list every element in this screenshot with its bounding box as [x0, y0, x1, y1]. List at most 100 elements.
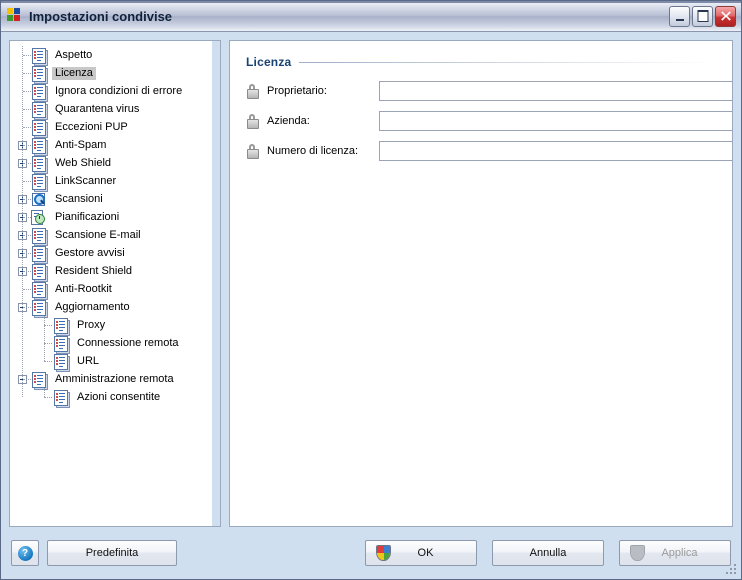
tree-guide-line	[23, 271, 31, 272]
ok-button[interactable]: OK	[365, 540, 477, 566]
tree-item-url[interactable]: URL	[10, 352, 212, 370]
tree-item-aggiornamento[interactable]: Aggiornamento	[10, 298, 212, 316]
tree-item-gestore-avvisi[interactable]: Gestore avvisi	[10, 244, 212, 262]
default-button[interactable]: Predefinita	[47, 540, 177, 566]
window-content: Aspetto Licenza Ignora condizioni di error…	[1, 32, 741, 527]
padlock-icon	[246, 144, 262, 159]
field-input[interactable]	[379, 81, 732, 101]
tree-guide-line	[23, 217, 31, 218]
tree-scrollbar[interactable]	[212, 41, 220, 526]
tree-guide-line	[23, 145, 31, 146]
tree-item-licenza[interactable]: Licenza	[10, 64, 212, 82]
section-divider	[299, 61, 716, 63]
tree-item-label: Resident Shield	[55, 264, 133, 277]
tree-guide-line	[44, 343, 52, 344]
field-label: Numero di licenza:	[267, 145, 359, 157]
tree-item-eccezioni-pup[interactable]: Eccezioni PUP	[10, 118, 212, 136]
tree-item-label: Azioni consentite	[77, 390, 161, 403]
document-icon	[31, 155, 47, 172]
section-title: Licenza	[246, 55, 292, 69]
tree-item-scansioni[interactable]: Scansioni	[10, 190, 212, 208]
maximize-button[interactable]	[692, 5, 713, 27]
tree-guide-line	[23, 163, 31, 164]
tree-item-label: Aggiornamento	[55, 300, 130, 313]
document-icon	[53, 317, 69, 334]
tree-guide-line	[23, 73, 31, 74]
tree-item-web-shield[interactable]: Web Shield	[10, 154, 212, 172]
close-icon	[720, 11, 731, 21]
detail-panel: Licenza Proprietario: Azienda: Numero di l…	[229, 40, 733, 527]
document-icon	[53, 335, 69, 352]
settings-tree[interactable]: Aspetto Licenza Ignora condizioni di error…	[10, 41, 212, 526]
shield-icon-disabled	[630, 545, 645, 561]
field-input[interactable]	[379, 141, 732, 161]
avg-squares-icon	[7, 8, 23, 24]
tree-item-pianificazioni[interactable]: Pianificazioni	[10, 208, 212, 226]
document-icon	[53, 389, 69, 406]
tree-guide-line	[44, 325, 52, 326]
tree-item-label: Licenza	[52, 66, 96, 80]
ok-button-label: OK	[417, 547, 434, 559]
tree-item-label: Anti-Spam	[55, 138, 107, 151]
tree-item-label: Connessione remota	[77, 336, 179, 349]
cancel-button[interactable]: Annulla	[492, 540, 604, 566]
tree-item-scansione-e-mail[interactable]: Scansione E-mail	[10, 226, 212, 244]
document-icon	[53, 353, 69, 370]
tree-item-aspetto[interactable]: Aspetto	[10, 46, 212, 64]
tree-item-anti-rootkit[interactable]: Anti-Rootkit	[10, 280, 212, 298]
minimize-button[interactable]	[669, 5, 690, 27]
tree-item-quarantena-virus[interactable]: Quarantena virus	[10, 100, 212, 118]
dialog-actions: OK Annulla Applica	[365, 540, 731, 566]
document-icon	[31, 65, 47, 82]
tree-guide-line	[44, 388, 45, 397]
tree-guide-line	[44, 397, 52, 398]
tree-guide-line	[23, 181, 31, 182]
help-button[interactable]: ?	[11, 540, 39, 566]
tree-item-proxy[interactable]: Proxy	[10, 316, 212, 334]
document-icon	[31, 263, 47, 280]
footer-bar: ? Predefinita OK Annulla Applica	[1, 527, 741, 579]
tree-guide-line	[23, 235, 31, 236]
window-controls	[669, 5, 736, 27]
tree-guide-line	[44, 316, 45, 361]
tree-item-anti-spam[interactable]: Anti-Spam	[10, 136, 212, 154]
tree-item-label: Gestore avvisi	[55, 246, 125, 259]
tree-item-label: Ignora condizioni di errore	[55, 84, 183, 97]
padlock-icon	[246, 114, 262, 129]
title-bar: Impostazioni condivise	[1, 1, 741, 32]
tree-guide-line	[23, 109, 31, 110]
tree-guide-line	[23, 307, 31, 308]
tree-item-connessione-remota[interactable]: Connessione remota	[10, 334, 212, 352]
document-icon	[31, 101, 47, 118]
apply-button[interactable]: Applica	[619, 540, 731, 566]
tree-item-label: Aspetto	[55, 48, 93, 61]
field-row: Numero di licenza:	[246, 141, 732, 161]
tree-guide-line	[23, 127, 31, 128]
document-icon	[31, 371, 47, 388]
magnifier-icon	[31, 192, 47, 207]
document-icon	[31, 227, 47, 244]
document-icon	[31, 119, 47, 136]
tree-guide-line	[23, 379, 31, 380]
field-row: Azienda:	[246, 111, 732, 131]
close-button[interactable]	[715, 5, 736, 27]
tree-item-label: Amministrazione remota	[55, 372, 174, 385]
tree-item-label: Quarantena virus	[55, 102, 140, 115]
tree-item-amministrazione-remota[interactable]: Amministrazione remota	[10, 370, 212, 388]
tree-guide-line	[22, 46, 23, 397]
tree-item-resident-shield[interactable]: Resident Shield	[10, 262, 212, 280]
tree-guide-line	[23, 91, 31, 92]
shared-settings-window: Impostazioni condivise Aspetto Licenza Ign…	[0, 0, 742, 580]
tree-item-label: Pianificazioni	[55, 210, 120, 223]
tree-item-linkscanner[interactable]: LinkScanner	[10, 172, 212, 190]
tree-item-label: Scansioni	[55, 192, 103, 205]
resize-grip[interactable]	[725, 563, 738, 576]
tree-guide-line	[23, 253, 31, 254]
shield-icon	[376, 545, 391, 561]
field-input[interactable]	[379, 111, 732, 131]
tree-item-azioni-consentite[interactable]: Azioni consentite	[10, 388, 212, 406]
field-row: Proprietario:	[246, 81, 732, 101]
field-label: Azienda:	[267, 115, 310, 127]
document-icon	[31, 245, 47, 262]
tree-item-ignora-condizioni-di-errore[interactable]: Ignora condizioni di errore	[10, 82, 212, 100]
